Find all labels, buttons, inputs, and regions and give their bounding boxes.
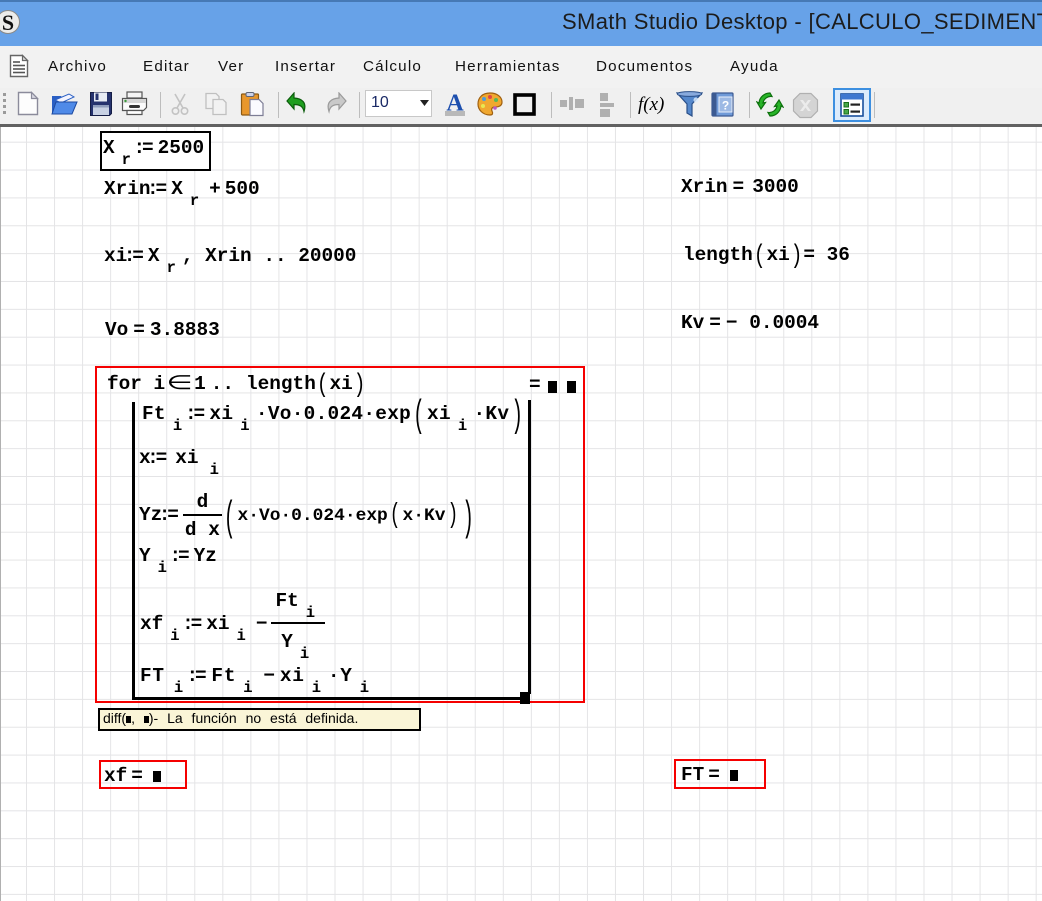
svg-text:A: A <box>446 91 464 117</box>
svg-text:S: S <box>2 10 14 34</box>
svg-text:?: ? <box>722 99 729 113</box>
